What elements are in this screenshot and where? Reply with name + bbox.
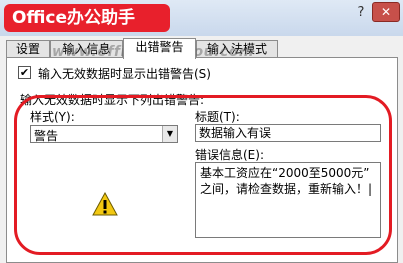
help-button[interactable]: ?: [352, 4, 370, 22]
style-select[interactable]: 警告 ▼: [30, 125, 178, 143]
title-input[interactable]: 数据输入有误: [195, 124, 381, 142]
show-error-alert-label: 输入无效数据时显示出错警告(S): [38, 67, 211, 81]
tab-error-alert[interactable]: 出错警告: [123, 38, 196, 59]
error-message-textarea[interactable]: 基本工资应在“2000至5000元” 之间，请检查数据，重新输入！|: [195, 162, 381, 238]
title-label: 标题(T):: [195, 110, 240, 124]
group-label: 输入无效数据时显示下列出错警告:: [20, 93, 205, 107]
show-error-alert-checkbox[interactable]: ✔: [18, 66, 31, 79]
style-label: 样式(Y):: [30, 110, 75, 124]
close-button[interactable]: ✕: [372, 2, 400, 22]
warning-icon: [92, 192, 118, 216]
error-message-label: 错误信息(E):: [195, 148, 264, 162]
brand-banner: Office办公助手: [4, 4, 170, 32]
chevron-down-icon[interactable]: ▼: [162, 126, 177, 142]
title-bar: Office办公助手 ? ✕: [0, 0, 403, 36]
style-select-value: 警告: [34, 129, 59, 143]
tab-settings[interactable]: 设置: [6, 40, 50, 58]
